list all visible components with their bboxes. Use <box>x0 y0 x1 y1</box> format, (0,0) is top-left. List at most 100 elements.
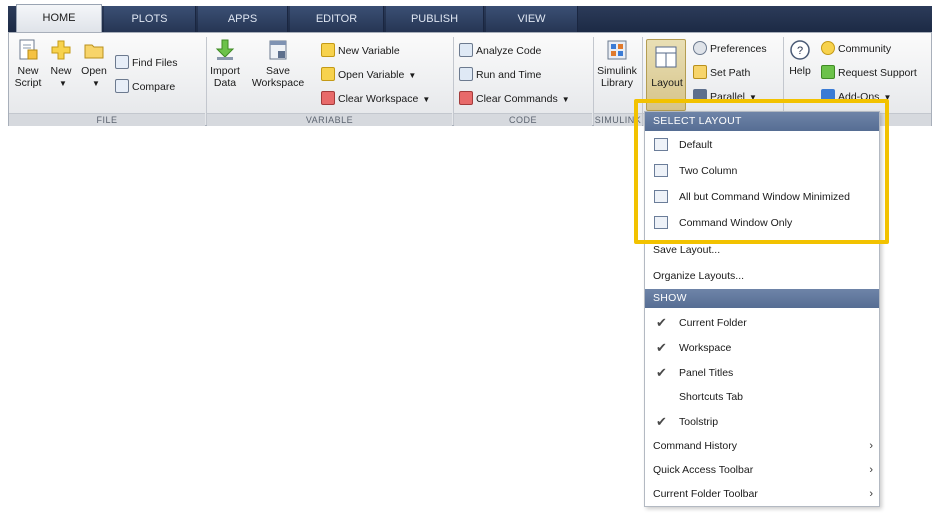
run-and-time-button[interactable]: Run and Time <box>459 67 541 85</box>
simulink-library-button[interactable]: Simulink Library <box>595 39 639 89</box>
folder-icon <box>693 65 707 79</box>
compare-button[interactable]: Compare <box>115 79 175 97</box>
new-script-label-line2: Script <box>14 77 42 89</box>
help-icon: ? <box>790 40 810 60</box>
toolstrip-tabbar: HOME PLOTS APPS EDITOR PUBLISH VIEW <box>0 0 948 32</box>
section-label-code: CODE <box>454 113 592 126</box>
analyze-code-label: Analyze Code <box>476 45 542 57</box>
simulink-library-icon <box>607 40 627 60</box>
compare-label: Compare <box>132 81 176 93</box>
find-files-button[interactable]: Find Files <box>115 55 178 73</box>
open-variable-label: Open Variable <box>338 69 405 81</box>
new-script-icon <box>19 39 38 60</box>
find-files-icon <box>115 55 129 69</box>
chevron-right-icon: › <box>869 464 873 476</box>
show-workspace[interactable]: ✔ Workspace <box>645 336 879 360</box>
show-current-folder[interactable]: ✔ Current Folder <box>645 311 879 335</box>
tabbar-background: HOME PLOTS APPS EDITOR PUBLISH VIEW <box>8 4 932 32</box>
community-button[interactable]: Community <box>821 41 891 59</box>
eraser-icon <box>321 91 335 105</box>
submenu-label: Current Folder Toolbar <box>653 488 758 500</box>
chevron-right-icon: › <box>869 440 873 452</box>
ribbon-divider <box>453 37 454 125</box>
checkmark-icon: ✔ <box>656 340 667 355</box>
open-variable-button[interactable]: Open Variable ▼ <box>321 67 416 85</box>
gear-icon <box>693 41 707 55</box>
request-support-button[interactable]: Request Support <box>821 65 917 83</box>
current-folder-toolbar-submenu[interactable]: Current Folder Toolbar › <box>645 482 879 506</box>
checkmark-icon: ✔ <box>656 315 667 330</box>
open-dropdown-icon: ▼ <box>92 79 100 88</box>
new-variable-icon <box>321 43 335 57</box>
tab-apps[interactable]: APPS <box>198 6 288 32</box>
new-button[interactable]: New ▼ <box>47 39 75 90</box>
open-variable-dropdown-icon: ▼ <box>408 71 417 80</box>
tab-home[interactable]: HOME <box>16 4 102 32</box>
show-toolstrip[interactable]: ✔ Toolstrip <box>645 410 879 434</box>
set-path-label: Set Path <box>710 67 751 79</box>
analyze-code-button[interactable]: Analyze Code <box>459 43 541 61</box>
show-item-label: Current Folder <box>679 317 747 329</box>
save-layout-item[interactable]: Save Layout... <box>645 242 879 262</box>
new-dropdown-icon: ▼ <box>59 79 67 88</box>
command-history-submenu[interactable]: Command History › <box>645 434 879 458</box>
help-button[interactable]: ? Help <box>785 39 815 77</box>
new-script-label-line1: New <box>17 65 39 77</box>
ribbon-divider <box>206 37 207 125</box>
quick-access-toolbar-submenu[interactable]: Quick Access Toolbar › <box>645 458 879 482</box>
ribbon-divider <box>593 37 594 125</box>
save-workspace-label-line2: Workspace <box>251 77 305 89</box>
find-files-label: Find Files <box>132 57 178 69</box>
show-item-label: Toolstrip <box>679 416 719 428</box>
open-label: Open <box>81 65 107 77</box>
save-workspace-label-line1: Save <box>266 65 290 77</box>
analyze-code-icon <box>459 43 473 57</box>
preferences-button[interactable]: Preferences <box>693 41 767 59</box>
clear-workspace-dropdown-icon: ▼ <box>422 95 431 104</box>
show-item-label: Workspace <box>679 342 732 354</box>
chevron-right-icon: › <box>869 488 873 500</box>
request-support-label: Request Support <box>838 67 917 79</box>
run-and-time-label: Run and Time <box>476 69 542 81</box>
preferences-label: Preferences <box>710 43 767 55</box>
checkmark-icon: ✔ <box>656 414 667 429</box>
import-arrow-icon <box>215 39 235 60</box>
show-header: SHOW <box>645 289 879 308</box>
help-label: Help <box>789 65 811 77</box>
new-variable-button[interactable]: New Variable <box>321 43 400 61</box>
community-icon <box>821 41 835 55</box>
open-button[interactable]: Open ▼ <box>79 39 109 90</box>
clear-commands-label: Clear Commands <box>476 93 558 105</box>
section-label-variable: VARIABLE <box>207 113 452 126</box>
tab-publish[interactable]: PUBLISH <box>386 6 484 32</box>
compare-icon <box>115 79 129 93</box>
simulink-library-label-line2: Library <box>600 77 634 89</box>
save-workspace-button[interactable]: Save Workspace <box>249 39 307 89</box>
organize-layouts-item[interactable]: Organize Layouts... <box>645 264 879 288</box>
new-script-button[interactable]: New Script <box>11 39 45 89</box>
community-label: Community <box>838 43 892 55</box>
request-support-icon <box>821 65 835 79</box>
eraser-icon <box>459 91 473 105</box>
show-item-label: Shortcuts Tab <box>679 391 744 403</box>
select-layout-highlight-box <box>634 99 889 244</box>
tab-plots[interactable]: PLOTS <box>104 6 196 32</box>
submenu-label: Command History <box>653 440 738 452</box>
run-and-time-icon <box>459 67 473 81</box>
show-panel-titles[interactable]: ✔ Panel Titles <box>645 361 879 385</box>
clear-commands-button[interactable]: Clear Commands ▼ <box>459 91 570 109</box>
tab-editor[interactable]: EDITOR <box>290 6 384 32</box>
set-path-button[interactable]: Set Path <box>693 65 750 83</box>
new-label: New <box>50 65 72 77</box>
tab-view[interactable]: VIEW <box>486 6 578 32</box>
save-workspace-icon <box>269 40 287 60</box>
import-data-button[interactable]: Import Data <box>209 39 241 89</box>
simulink-library-label-line1: Simulink <box>597 65 637 77</box>
checkmark-icon: ✔ <box>656 365 667 380</box>
import-data-label-line1: Import <box>210 65 240 77</box>
section-label-file: FILE <box>9 113 205 126</box>
plus-icon <box>51 40 71 60</box>
clear-workspace-button[interactable]: Clear Workspace ▼ <box>321 91 430 109</box>
submenu-label: Quick Access Toolbar <box>653 464 754 476</box>
show-shortcuts-tab[interactable]: Shortcuts Tab <box>645 385 879 409</box>
